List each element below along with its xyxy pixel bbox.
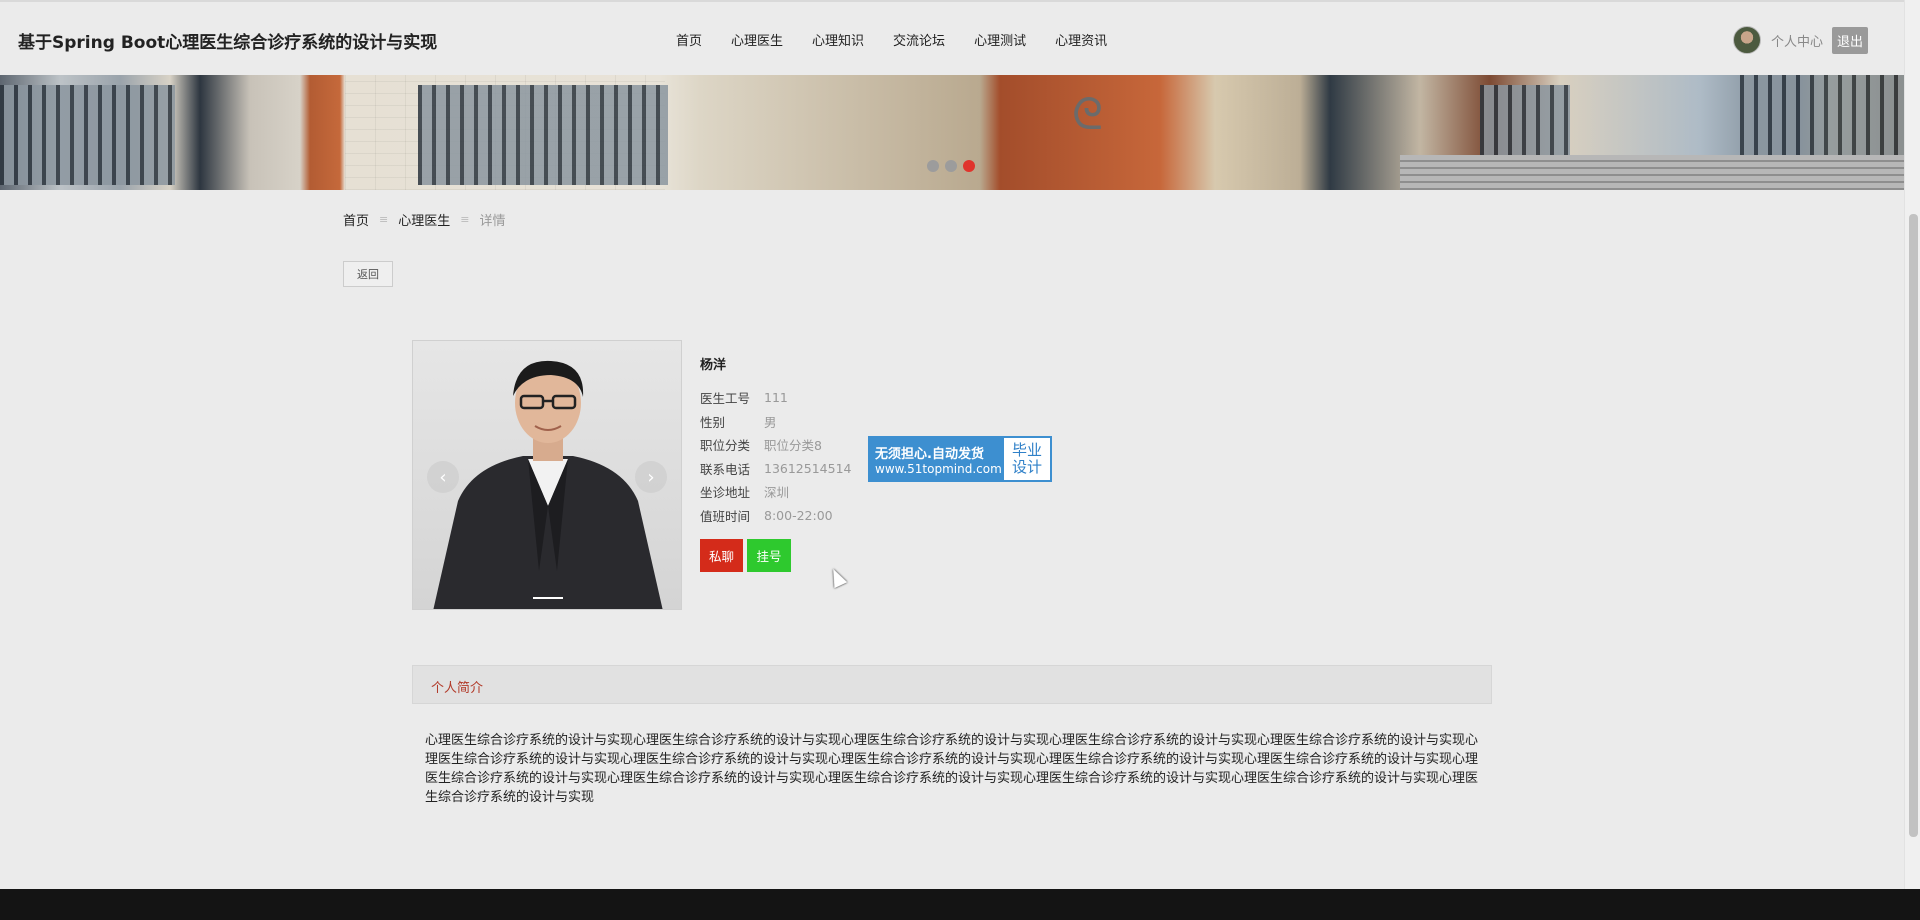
- carousel-dot-active[interactable]: [963, 160, 975, 172]
- field-value: 13612514514: [764, 460, 852, 476]
- top-header: 基于Spring Boot心理医生综合诊疗系统的设计与实现 首页 心理医生 心理…: [0, 0, 1904, 75]
- prev-photo-button[interactable]: ‹: [427, 461, 459, 493]
- next-photo-button[interactable]: ›: [635, 461, 667, 493]
- banner-window-mid: [418, 85, 668, 185]
- info-row: 值班时间 8:00-22:00: [700, 504, 851, 528]
- breadcrumb-separator: ≡: [379, 213, 389, 226]
- intro-text: 心理医生综合诊疗系统的设计与实现心理医生综合诊疗系统的设计与实现心理医生综合诊疗…: [425, 733, 1479, 805]
- info-row: 职位分类 职位分类8: [700, 433, 851, 457]
- doctor-name: 杨洋: [700, 358, 727, 373]
- carousel-dots: [927, 160, 981, 172]
- doctor-photo-carousel: ‹ ›: [412, 340, 682, 610]
- carousel-dot[interactable]: [945, 160, 957, 172]
- info-row: 联系电话 13612514514: [700, 457, 851, 481]
- ad-line1: 无须担心.自动发货: [875, 446, 984, 462]
- building-logo-icon: ᘓ: [1072, 89, 1103, 140]
- breadcrumb-current: 详情: [479, 214, 506, 229]
- field-value: 深圳: [764, 485, 790, 501]
- nav-home[interactable]: 首页: [676, 30, 702, 49]
- site-title: 基于Spring Boot心理医生综合诊疗系统的设计与实现: [18, 33, 438, 53]
- photo-slide-indicator[interactable]: [533, 597, 563, 599]
- nav-news[interactable]: 心理资讯: [1055, 30, 1107, 49]
- breadcrumb-home[interactable]: 首页: [343, 210, 369, 229]
- breadcrumb: 首页 ≡ 心理医生 ≡ 详情: [343, 210, 505, 229]
- ad-line2: www.51topmind.com: [875, 461, 1002, 476]
- user-area: 个人中心 退出: [1732, 26, 1868, 54]
- field-label: 性别: [700, 414, 726, 430]
- breadcrumb-doctors[interactable]: 心理医生: [398, 210, 450, 229]
- nav-doctors[interactable]: 心理医生: [731, 30, 783, 49]
- ad-right-bottom: 设计: [1011, 458, 1042, 476]
- user-center-link[interactable]: 个人中心: [1771, 31, 1823, 50]
- info-row: 性别 男: [700, 410, 851, 434]
- field-label: 值班时间: [700, 508, 751, 524]
- field-value: 8:00-22:00: [764, 507, 833, 523]
- info-row: 坐诊地址 深圳: [700, 480, 851, 504]
- field-value: 职位分类8: [764, 438, 822, 454]
- avatar[interactable]: [1732, 26, 1761, 54]
- ad-watermark[interactable]: 无须担心.自动发货 www.51topmind.com 毕业 设计: [868, 436, 1052, 482]
- nav-tests[interactable]: 心理测试: [974, 30, 1026, 49]
- footer: [0, 889, 1920, 920]
- field-value: 男: [764, 414, 777, 430]
- field-value: 111: [764, 390, 788, 406]
- banner-stairs: [1400, 155, 1904, 190]
- field-label: 医生工号: [700, 391, 751, 407]
- field-label: 联系电话: [700, 461, 751, 477]
- intro-tab-bar: 个人简介: [412, 665, 1492, 704]
- scrollbar-thumb[interactable]: [1909, 214, 1918, 837]
- carousel-dot[interactable]: [927, 160, 939, 172]
- field-label: 坐诊地址: [700, 485, 751, 501]
- register-button[interactable]: 挂号: [747, 539, 791, 572]
- back-button[interactable]: 返回: [343, 261, 393, 287]
- action-buttons: 私聊 挂号: [700, 539, 851, 572]
- tab-intro[interactable]: 个人简介: [431, 677, 483, 696]
- nav-knowledge[interactable]: 心理知识: [812, 30, 864, 49]
- main-nav: 首页 心理医生 心理知识 交流论坛 心理测试 心理资讯: [676, 30, 1136, 49]
- page-scrollbar[interactable]: [1904, 0, 1920, 889]
- private-chat-button[interactable]: 私聊: [700, 539, 743, 572]
- logout-button[interactable]: 退出: [1831, 26, 1868, 54]
- banner-carousel[interactable]: ᘓ: [0, 75, 1904, 190]
- doctor-info: 杨洋 医生工号 111 性别 男 职位分类 职位分类8 联系电话 1361251…: [700, 354, 851, 572]
- breadcrumb-separator: ≡: [460, 213, 470, 226]
- info-row: 医生工号 111: [700, 386, 851, 410]
- ad-right-top: 毕业: [1011, 441, 1042, 459]
- field-label: 职位分类: [700, 438, 751, 454]
- banner-window-left: [0, 85, 175, 185]
- nav-forum[interactable]: 交流论坛: [893, 30, 945, 49]
